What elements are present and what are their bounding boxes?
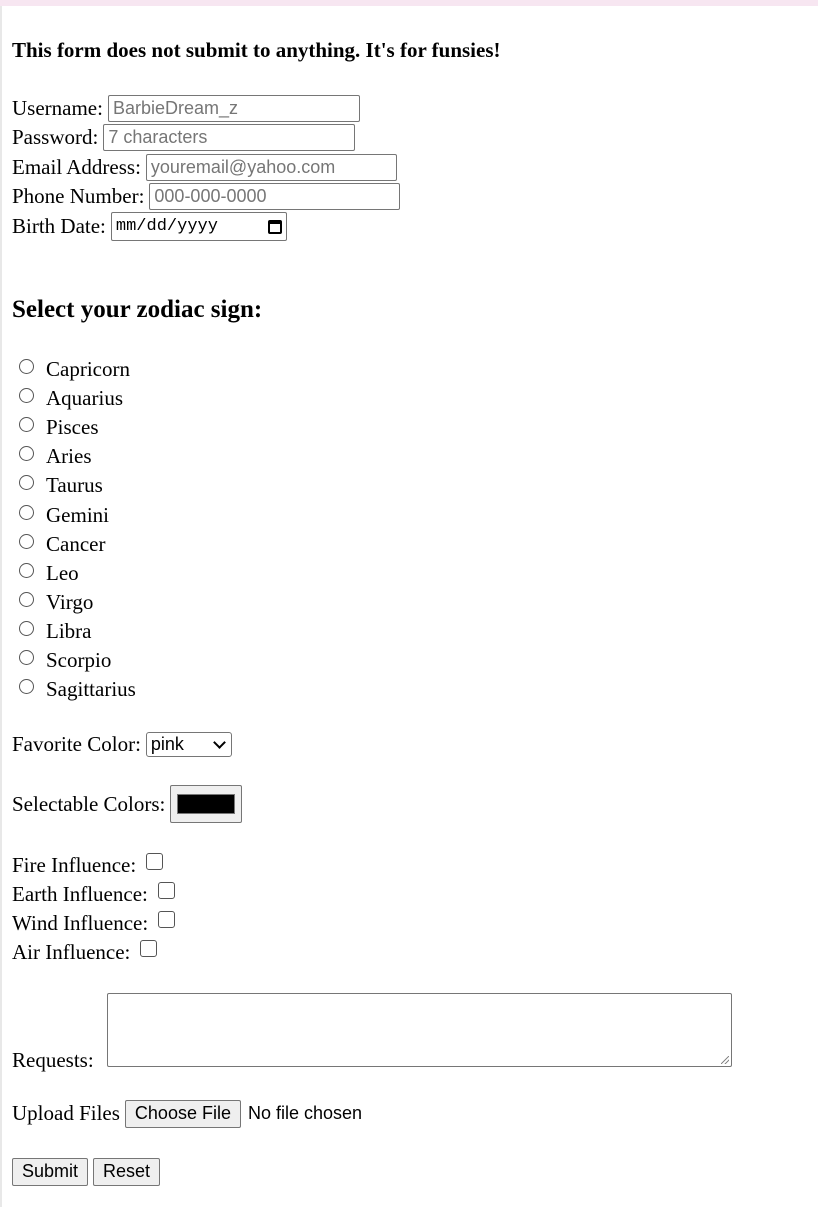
zodiac-option-label: Virgo	[46, 589, 94, 614]
email-input[interactable]: youremail@yahoo.com	[145, 154, 397, 181]
birth-date-input[interactable]: mm/dd/yyyy	[110, 212, 287, 241]
zodiac-radio[interactable]	[19, 504, 34, 520]
zodiac-option-aries[interactable]: Aries	[19, 442, 92, 471]
influence-checkbox[interactable]	[158, 911, 176, 929]
actions-row: Submit Reset	[12, 1157, 161, 1186]
zodiac-option-label: Capricorn	[46, 357, 130, 381]
zodiac-option-aquarius[interactable]: Aquarius	[19, 384, 123, 413]
zodiac-option-cancer[interactable]: Cancer	[19, 530, 105, 559]
influence-label: Fire Influence:	[12, 853, 137, 877]
color-swatch	[177, 794, 236, 814]
zodiac-option-sagittarius[interactable]: Sagittarius	[19, 675, 136, 704]
upload-status: No file chosen	[247, 1103, 363, 1123]
zodiac-option-label: Aries	[46, 444, 92, 469]
username-input[interactable]: BarbieDream_z	[107, 95, 360, 122]
email-label: Email Address:	[12, 155, 141, 179]
password-input[interactable]: 7 characters	[103, 124, 356, 151]
password-label: Password:	[12, 125, 99, 149]
zodiac-radio[interactable]	[19, 533, 34, 549]
influence-checkbox[interactable]	[140, 940, 158, 958]
email-row: Email Address: youremail@yahoo.com	[12, 153, 397, 182]
zodiac-radio[interactable]	[19, 417, 34, 433]
zodiac-option-label: Scorpio	[46, 648, 112, 672]
left-edge-rule	[0, 6, 2, 1207]
zodiac-radio[interactable]	[19, 650, 34, 665]
zodiac-option-label: Cancer	[46, 531, 106, 556]
zodiac-option-label: Sagittarius	[46, 677, 136, 702]
zodiac-option-virgo[interactable]: Virgo	[19, 588, 93, 617]
influence-checkbox[interactable]	[157, 882, 175, 900]
influence-label: Earth Influence:	[12, 882, 148, 907]
zodiac-option-label: Pisces	[46, 415, 99, 440]
favorite-color-label: Favorite Color:	[12, 732, 141, 756]
zodiac-radio[interactable]	[19, 359, 34, 374]
zodiac-radio[interactable]	[19, 620, 34, 636]
birth-date-row: Birth Date: mm/dd/yyyy	[12, 212, 287, 241]
influence-row: Earth Influence:	[12, 880, 175, 909]
zodiac-title: Select your zodiac sign:	[12, 296, 263, 323]
zodiac-radio[interactable]	[19, 679, 34, 695]
zodiac-option-label: Taurus	[46, 473, 103, 498]
zodiac-radio[interactable]	[19, 388, 34, 404]
upload-row: Upload Files Choose File No file chosen	[12, 1099, 362, 1128]
favorite-color-row: Favorite Color: pink	[12, 730, 232, 759]
zodiac-option-scorpio[interactable]: Scorpio	[19, 646, 111, 675]
birth-date-label: Birth Date:	[12, 214, 106, 238]
zodiac-radio[interactable]	[19, 446, 34, 462]
reset-button[interactable]: Reset	[93, 1157, 161, 1186]
calendar-icon[interactable]	[267, 219, 282, 234]
zodiac-option-capricorn[interactable]: Capricorn	[19, 355, 130, 384]
zodiac-option-label: Leo	[46, 560, 79, 585]
zodiac-option-label: Aquarius	[46, 386, 123, 411]
username-label: Username:	[12, 96, 103, 120]
influence-row: Air Influence:	[12, 938, 158, 967]
favorite-color-value: pink	[150, 734, 184, 754]
influence-label: Wind Influence:	[12, 911, 149, 936]
zodiac-option-leo[interactable]: Leo	[19, 559, 79, 588]
selectable-colors-row: Selectable Colors:	[12, 784, 243, 824]
phone-input[interactable]: 000-000-0000	[149, 183, 401, 210]
phone-label: Phone Number:	[12, 184, 145, 208]
influence-row: Wind Influence:	[12, 909, 176, 938]
zodiac-option-gemini[interactable]: Gemini	[19, 501, 109, 530]
zodiac-option-label: Libra	[46, 618, 92, 643]
chevron-down-icon	[213, 735, 226, 749]
requests-label: Requests:	[12, 1048, 94, 1072]
top-accent-bar	[0, 0, 818, 6]
form-notice: This form does not submit to anything. I…	[12, 38, 501, 62]
zodiac-radio[interactable]	[19, 562, 34, 578]
zodiac-radio[interactable]	[19, 591, 34, 607]
username-row: Username: BarbieDream_z	[12, 94, 360, 123]
influence-checkbox[interactable]	[146, 853, 164, 870]
requests-textarea[interactable]	[107, 993, 732, 1067]
selectable-colors-label: Selectable Colors:	[12, 791, 166, 816]
zodiac-option-pisces[interactable]: Pisces	[19, 413, 99, 442]
influence-label: Air Influence:	[12, 940, 131, 965]
zodiac-option-label: Gemini	[46, 502, 109, 527]
password-row: Password: 7 characters	[12, 123, 356, 152]
requests-row: Requests:	[12, 1046, 99, 1075]
resize-grip-icon[interactable]	[721, 1056, 729, 1064]
color-picker[interactable]	[170, 785, 243, 823]
zodiac-option-taurus[interactable]: Taurus	[19, 471, 103, 500]
favorite-color-select[interactable]: pink	[145, 732, 232, 757]
upload-label: Upload Files	[12, 1101, 120, 1125]
birth-date-placeholder: mm/dd/yyyy	[115, 217, 218, 236]
submit-button[interactable]: Submit	[12, 1157, 89, 1186]
choose-file-button[interactable]: Choose File	[124, 1099, 241, 1128]
zodiac-radio[interactable]	[19, 475, 34, 491]
zodiac-option-libra[interactable]: Libra	[19, 617, 91, 646]
influence-row: Fire Influence:	[12, 851, 164, 880]
phone-row: Phone Number: 000-000-0000	[12, 182, 401, 211]
